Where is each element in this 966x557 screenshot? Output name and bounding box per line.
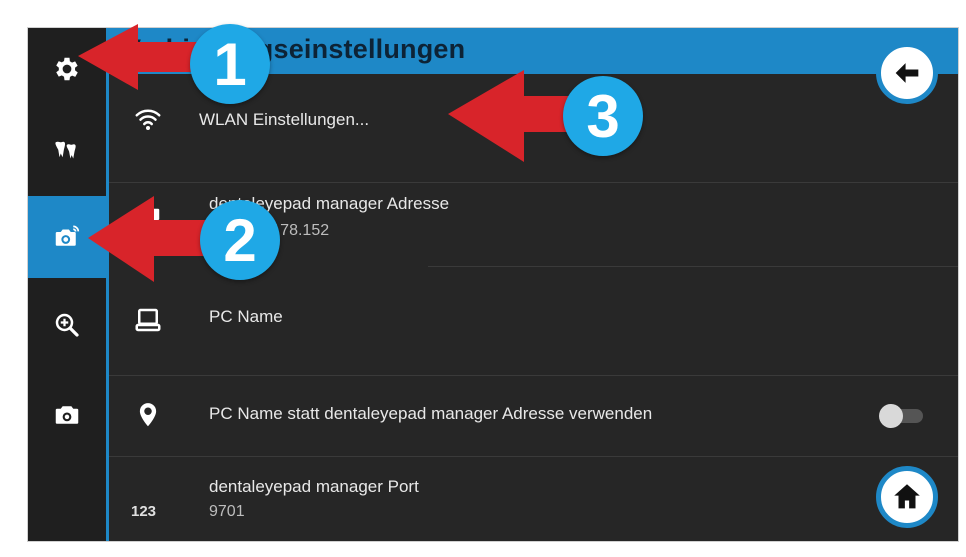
camera-icon — [55, 406, 79, 424]
annotation-badge-3: 3 — [563, 76, 643, 156]
sidebar-item-camera[interactable] — [28, 374, 106, 456]
number-icon: 123 — [131, 503, 157, 520]
sidebar-item-teeth[interactable] — [28, 110, 106, 192]
use-pc-name-label: PC Name statt dentaleyepad manager Adres… — [209, 404, 653, 423]
wifi-icon — [133, 104, 163, 134]
back-button[interactable] — [876, 42, 938, 104]
toggle-knob — [879, 404, 903, 428]
home-icon — [894, 484, 920, 509]
settings-row-use-pc-name[interactable]: PC Name statt dentaleyepad manager Adres… — [109, 376, 958, 457]
sidebar-item-zoom[interactable] — [28, 284, 106, 366]
settings-row-manager-port[interactable]: 123 dentaleyepad manager Port 9701 — [109, 457, 958, 541]
location-pin-icon — [133, 400, 163, 430]
home-button[interactable] — [876, 466, 938, 528]
computer-icon — [133, 305, 163, 335]
annotation-badge-1: 1 — [190, 24, 270, 104]
manager-port-value: 9701 — [209, 503, 245, 520]
teeth-icon — [55, 141, 76, 159]
use-pc-name-toggle[interactable] — [879, 404, 925, 428]
zoom-in-icon — [55, 313, 79, 337]
sidebar — [28, 28, 106, 541]
wlan-settings-label: WLAN Einstellungen... — [199, 110, 370, 129]
manager-port-label: dentaleyepad manager Port — [209, 477, 419, 496]
settings-row-pc-name[interactable]: PC Name — [109, 267, 958, 376]
annotation-badge-2: 2 — [200, 200, 280, 280]
pc-name-label: PC Name — [209, 307, 283, 326]
camera-wifi-icon — [55, 225, 80, 246]
arrow-left-icon — [895, 63, 919, 83]
